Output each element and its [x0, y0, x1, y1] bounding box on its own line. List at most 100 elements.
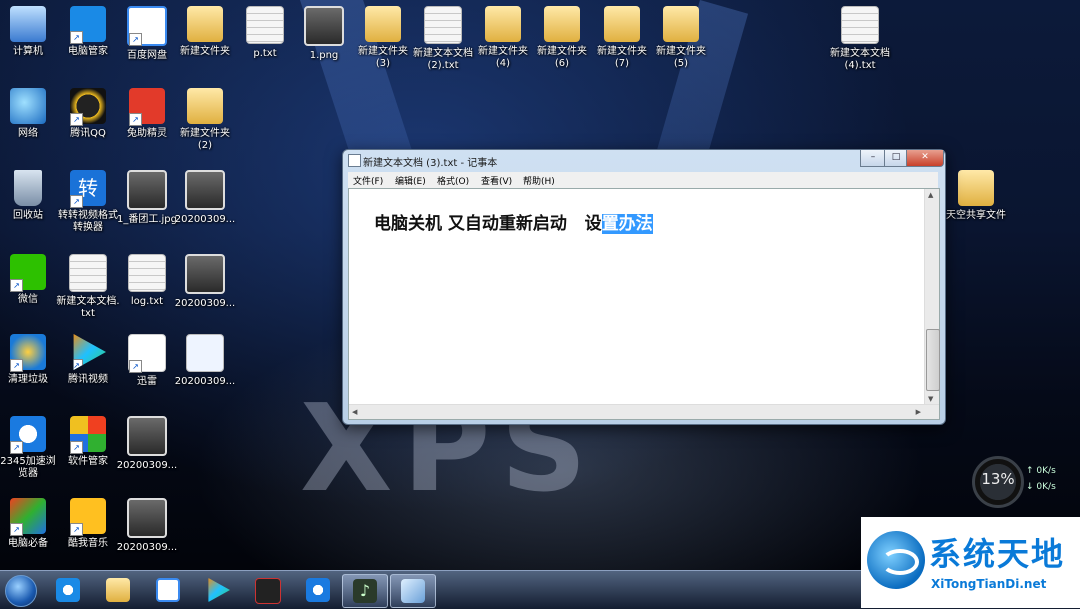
desktop-icon-log-txt[interactable]: log.txt: [115, 254, 179, 308]
gauge-percent: 13%: [981, 470, 1015, 488]
icon-label: 转转视频格式转换器: [58, 210, 118, 233]
shield-icon: [70, 6, 106, 44]
icon-label: log.txt: [130, 296, 164, 307]
desktop-icon-textdoc[interactable]: 新建文本文档.txt: [56, 254, 120, 320]
notepad-icon: [401, 579, 425, 603]
desktop-icon-tencent-video[interactable]: 腾讯视频: [56, 334, 120, 386]
menu-file[interactable]: 文件(F): [353, 174, 383, 187]
icon-label: 计算机: [13, 46, 43, 57]
desktop-icon-textdoc-2[interactable]: 新建文本文档 (2).txt: [411, 6, 475, 72]
desktop: XPS 计算机 电脑管家 百度网盘 新建文件夹 p.txt 1.png 新建文件…: [0, 0, 1080, 570]
desktop-icon-textdoc-4[interactable]: 新建文本文档 (4).txt: [828, 6, 892, 72]
play-icon: [73, 334, 106, 370]
icon-label: 天空共享文件: [946, 210, 1006, 221]
browser-icon: [10, 416, 46, 454]
text-editor-area[interactable]: 电脑关机 又自动重新启动 设置办法 ▲ ▼ ◀ ▶: [348, 188, 940, 420]
desktop-icon-kuwo-music[interactable]: 酷我音乐: [56, 498, 120, 550]
minimize-button[interactable]: –: [860, 150, 886, 167]
text-file-icon: [841, 6, 879, 44]
icon-label: 1_番团工.jpg: [116, 214, 177, 225]
desktop-icon-wechat[interactable]: 微信: [0, 254, 60, 306]
desktop-icon-2345-browser[interactable]: 2345加速浏览器: [0, 416, 60, 480]
desktop-icon-mp4[interactable]: 20200309...: [173, 334, 237, 388]
desktop-icon-video-4[interactable]: 20200309...: [115, 498, 179, 554]
mp4-file-icon: [186, 334, 224, 372]
menu-help[interactable]: 帮助(H): [523, 174, 555, 187]
desktop-icon-qq[interactable]: 腾讯QQ: [56, 88, 120, 140]
folder-icon: [187, 6, 223, 42]
desktop-icon-folder-4[interactable]: 新建文件夹 (4): [471, 6, 535, 70]
desktop-icon-shared-files[interactable]: 天空共享文件: [944, 170, 1008, 222]
scroll-right-arrow-icon[interactable]: ▶: [916, 408, 921, 416]
taskbar-2345-browser[interactable]: [296, 574, 340, 606]
ie-icon: [56, 578, 80, 602]
taskbar-ie[interactable]: [46, 574, 90, 606]
upload-speed-value: 0K/s: [1036, 466, 1056, 476]
desktop-icon-video-1[interactable]: 20200309...: [173, 170, 237, 226]
scroll-left-arrow-icon[interactable]: ◀: [352, 408, 357, 416]
desktop-icon-baidu-netdisk[interactable]: 百度网盘: [115, 6, 179, 62]
desktop-icon-cleaner[interactable]: 清理垃圾: [0, 334, 60, 386]
icon-label: 新建文件夹: [180, 46, 230, 57]
menu-edit[interactable]: 编辑(E): [395, 174, 426, 187]
icon-label: 20200309...: [174, 376, 236, 387]
horizontal-scrollbar[interactable]: ◀ ▶: [349, 404, 939, 419]
desktop-icon-1-png[interactable]: 1.png: [292, 6, 356, 62]
desktop-icon-video-2[interactable]: 20200309...: [173, 254, 237, 310]
desktop-icon-helper[interactable]: 兔助精灵: [115, 88, 179, 140]
icon-label: 新建文件夹 (5): [656, 46, 706, 69]
desktop-icon-computer[interactable]: 计算机: [0, 6, 60, 58]
taskbar-music-app[interactable]: ♪: [342, 574, 388, 608]
scroll-down-arrow-icon[interactable]: ▼: [928, 395, 933, 403]
taskbar-notepad[interactable]: [390, 574, 436, 608]
cloud-icon: [156, 578, 180, 602]
folder-icon: [604, 6, 640, 42]
video-file-icon: [127, 498, 167, 538]
desktop-icon-network[interactable]: 网络: [0, 88, 60, 140]
memory-gauge-widget[interactable]: 13% ↑ 0K/s ↓ 0K/s: [972, 456, 1070, 508]
icon-label: 2345加速浏览器: [0, 456, 56, 479]
taskbar-explorer[interactable]: [96, 574, 140, 606]
menu-view[interactable]: 查看(V): [481, 174, 512, 187]
start-button[interactable]: [5, 575, 37, 607]
logo-url: XiTongTianDi.net: [931, 577, 1047, 591]
close-button[interactable]: ✕: [906, 150, 944, 167]
desktop-icon-xunlei[interactable]: 迅雷: [115, 334, 179, 388]
desktop-icon-video-3[interactable]: 20200309...: [115, 416, 179, 472]
taskbar-media-app[interactable]: [246, 574, 290, 606]
desktop-icon-recycle-bin[interactable]: 回收站: [0, 170, 60, 222]
folder-icon: [663, 6, 699, 42]
desktop-icon-folder-5[interactable]: 新建文件夹 (5): [649, 6, 713, 70]
music-note-icon: ♪: [353, 579, 377, 603]
desktop-icon-video-converter[interactable]: 转 转转视频格式转换器: [56, 170, 120, 234]
desktop-icon-pc-manager[interactable]: 电脑管家: [56, 6, 120, 58]
desktop-icon-folder-2[interactable]: 新建文件夹 (2): [173, 88, 237, 152]
vertical-scroll-thumb[interactable]: [926, 329, 940, 391]
desktop-icon-software-manager[interactable]: 软件管家: [56, 416, 120, 468]
menu-bar: 文件(F) 编辑(E) 格式(O) 查看(V) 帮助(H): [348, 172, 938, 188]
icon-label: 百度网盘: [127, 50, 167, 61]
desktop-icon-folder-7[interactable]: 新建文件夹 (7): [590, 6, 654, 70]
menu-format[interactable]: 格式(O): [437, 174, 469, 187]
taskbar-tencent-video[interactable]: [196, 574, 240, 606]
icon-label: 酷我音乐: [68, 538, 108, 549]
icon-label: 清理垃圾: [8, 374, 48, 385]
desktop-icon-folder-3[interactable]: 新建文件夹 (3): [351, 6, 415, 70]
notepad-app-icon: [348, 154, 361, 167]
desktop-icon-folder-6[interactable]: 新建文件夹 (6): [530, 6, 594, 70]
maximize-button[interactable]: □: [884, 150, 908, 167]
folder-icon: [544, 6, 580, 42]
icon-label: 电脑管家: [68, 46, 108, 57]
image-file-icon: [304, 6, 344, 46]
desktop-icon-essentials[interactable]: 电脑必备: [0, 498, 60, 550]
notepad-window[interactable]: 新建文本文档 (3).txt - 记事本 – □ ✕ 文件(F) 编辑(E) 格…: [342, 149, 946, 425]
icon-label: 腾讯视频: [68, 374, 108, 385]
vertical-scrollbar[interactable]: ▲ ▼: [924, 189, 940, 405]
taskbar-baidu-netdisk[interactable]: [146, 574, 190, 606]
desktop-icon-jpg[interactable]: 1_番团工.jpg: [115, 170, 179, 226]
icon-label: 网络: [18, 128, 38, 139]
desktop-icon-p-txt[interactable]: p.txt: [233, 6, 297, 60]
icon-label: 新建文件夹 (6): [537, 46, 587, 69]
desktop-icon-folder[interactable]: 新建文件夹: [173, 6, 237, 58]
scroll-up-arrow-icon[interactable]: ▲: [928, 191, 933, 199]
